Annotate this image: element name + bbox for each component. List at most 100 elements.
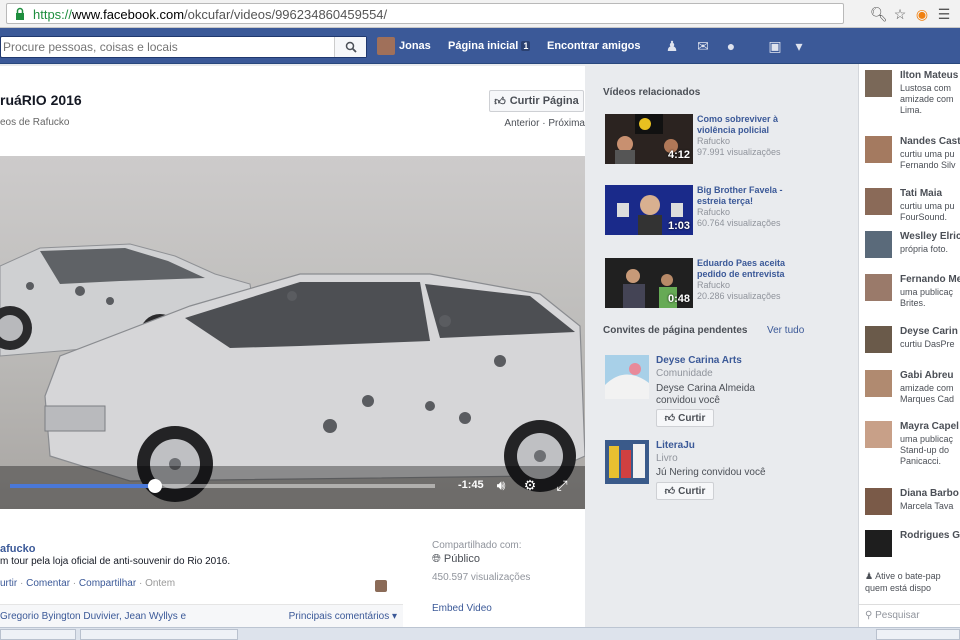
avatar[interactable] [865, 136, 892, 163]
related-video-title[interactable]: Big Brother Favela - estreia terça! [697, 185, 807, 207]
comment-link[interactable]: Comentar [26, 578, 70, 589]
see-all-link[interactable]: Ver tudo [767, 325, 804, 336]
page-avatar[interactable] [605, 440, 649, 484]
taskbar-item[interactable] [0, 629, 76, 640]
comment-sort-dropdown[interactable]: Principais comentários ▾ [289, 611, 397, 622]
avatar[interactable] [865, 421, 892, 448]
video-owner-link[interactable]: afucko [0, 543, 35, 555]
avatar[interactable] [865, 370, 892, 397]
home-link[interactable]: Página inicial 1 [448, 40, 531, 52]
profile-link[interactable]: Jonas [399, 40, 431, 52]
video-player[interactable]: -1:45 🔊︎ ⚙ ⤢ [0, 156, 585, 509]
avatar[interactable] [865, 70, 892, 97]
star-icon[interactable]: ☆ [892, 6, 908, 22]
ticker-name[interactable]: Diana Barbo [900, 488, 959, 499]
find-friends-link[interactable]: Encontrar amigos [547, 40, 641, 52]
ticker-item[interactable]: Deyse Carin curtiu DasPre [865, 326, 960, 366]
avatar[interactable] [865, 488, 892, 515]
avatar[interactable] [865, 530, 892, 557]
likers-text[interactable]: Gregorio Byington Duvivier, Jean Wyllys … [0, 611, 186, 622]
invite-page-name[interactable]: LiteraJu [656, 440, 695, 451]
ticker-name[interactable]: Fernando Me [900, 274, 960, 285]
ticker-text: Marques Cad [900, 394, 955, 404]
video-thumbnail[interactable]: 0:48 [605, 258, 693, 308]
like-link[interactable]: urtir [0, 578, 17, 589]
divider [605, 247, 805, 248]
ticker-name[interactable]: Ilton Mateus [900, 70, 958, 81]
address-bar[interactable]: https://www.facebook.com/okcufar/videos/… [6, 3, 844, 24]
ticker-item[interactable]: Nandes Cast curtiu uma pu Fernando Silv [865, 136, 960, 176]
volume-icon[interactable]: 🔊︎ [492, 477, 510, 493]
related-video-item[interactable]: 0:48 Eduardo Paes aceita pedido de entre… [605, 258, 805, 312]
invite-page-name[interactable]: Deyse Carina Arts [656, 355, 742, 366]
previous-link[interactable]: Anterior [504, 118, 539, 129]
fullscreen-icon[interactable]: ⤢ [553, 477, 571, 493]
avatar[interactable] [865, 188, 892, 215]
ticker-text: curtiu uma pu [900, 201, 955, 211]
ticker-name[interactable]: Gabi Abreu [900, 370, 954, 381]
ticker-text: Brites. [900, 298, 926, 308]
like-page-button[interactable]: 👍︎ Curtir Página [489, 90, 584, 112]
related-video-title[interactable]: Eduardo Paes aceita pedido de entrevista [697, 258, 807, 280]
enable-chat-prompt[interactable]: ♟ Ative o bate-pap quem está dispo [865, 570, 941, 594]
privacy-lock-icon[interactable]: ▣ [766, 38, 784, 54]
related-video-item[interactable]: 4:12 Como sobreviver à violência policia… [605, 114, 805, 168]
related-video-source[interactable]: Rafucko [697, 207, 730, 217]
ticker-name[interactable]: Rodrigues G [900, 530, 960, 541]
related-video-source[interactable]: Rafucko [697, 280, 730, 290]
search-box[interactable] [0, 36, 367, 58]
videos-of-link[interactable]: eos de Rafucko [0, 117, 70, 128]
taskbar-item[interactable] [876, 629, 960, 640]
avatar[interactable] [377, 37, 395, 55]
ticker-item[interactable]: Diana Barbo Marcela Tava [865, 488, 960, 528]
video-scrubber-handle[interactable] [147, 479, 162, 493]
ticker-name[interactable]: Mayra Capel [900, 421, 959, 432]
post-timestamp[interactable]: Ontem [145, 578, 175, 589]
related-video-source[interactable]: Rafucko [697, 136, 730, 146]
ticker-name[interactable]: Nandes Cast [900, 136, 960, 147]
search-button[interactable] [334, 37, 366, 57]
ticker-item[interactable]: Fernando Me uma publicaç Brites. [865, 274, 960, 314]
embed-video-link[interactable]: Embed Video [432, 603, 492, 614]
like-invite-button[interactable]: 👍︎ Curtir [656, 482, 714, 500]
video-progress-bar[interactable] [10, 479, 435, 493]
video-frame [0, 243, 585, 509]
messages-icon[interactable]: ✉ [694, 38, 712, 54]
settings-gear-icon[interactable]: ⚙ [521, 477, 539, 493]
video-thumbnail[interactable]: 1:03 [605, 185, 693, 235]
divider [605, 104, 805, 105]
search-input[interactable] [1, 37, 336, 57]
avatar[interactable] [865, 326, 892, 353]
taskbar-item[interactable] [80, 629, 238, 640]
ticker-item[interactable]: Gabi Abreu amizade com Marques Cad [865, 370, 960, 410]
ticker-item[interactable]: Mayra Capel uma publicaç Stand-up do Panica… [865, 421, 960, 466]
enable-chat-line: quem está dispo [865, 583, 932, 593]
zoom-icon[interactable]: 🔍︎ [870, 6, 888, 22]
chevron-down-icon[interactable]: ▾ [790, 38, 808, 54]
avatar[interactable] [865, 274, 892, 301]
related-video-item[interactable]: 1:03 Big Brother Favela - estreia terça!… [605, 185, 805, 239]
ticker-item[interactable]: Ilton Mateus Lustosa com amizade com Lima. [865, 70, 960, 115]
page-avatar[interactable] [605, 355, 649, 399]
extension-icon[interactable]: ◉ [914, 6, 930, 22]
chat-search-input[interactable]: ⚲ Pesquisar [859, 604, 960, 628]
ticker-name[interactable]: Tati Maia [900, 188, 942, 199]
friend-requests-icon[interactable]: ♟ [663, 38, 681, 54]
ticker-item[interactable]: Tati Maia curtiu uma pu FourSound. [865, 188, 960, 228]
related-video-title[interactable]: Como sobreviver à violência policial [697, 114, 807, 136]
notifications-globe-icon[interactable]: ● [722, 38, 740, 54]
menu-icon[interactable]: ☰ [936, 6, 952, 22]
share-link[interactable]: Compartilhar [79, 578, 136, 589]
ticker-item[interactable]: Weslley Elric própria foto. [865, 231, 960, 271]
page-avatar-image [605, 440, 649, 484]
avatar[interactable] [865, 231, 892, 258]
avatar[interactable] [375, 580, 387, 592]
ticker-name[interactable]: Weslley Elric [900, 231, 960, 242]
ticker-item[interactable]: Rodrigues G [865, 530, 960, 570]
divider [605, 175, 805, 176]
video-thumbnail[interactable]: 4:12 [605, 114, 693, 164]
chat-icon: ♟ [865, 571, 874, 581]
next-link[interactable]: Próxima [548, 118, 585, 129]
like-invite-button[interactable]: 👍︎ Curtir [656, 409, 714, 427]
ticker-name[interactable]: Deyse Carin [900, 326, 958, 337]
